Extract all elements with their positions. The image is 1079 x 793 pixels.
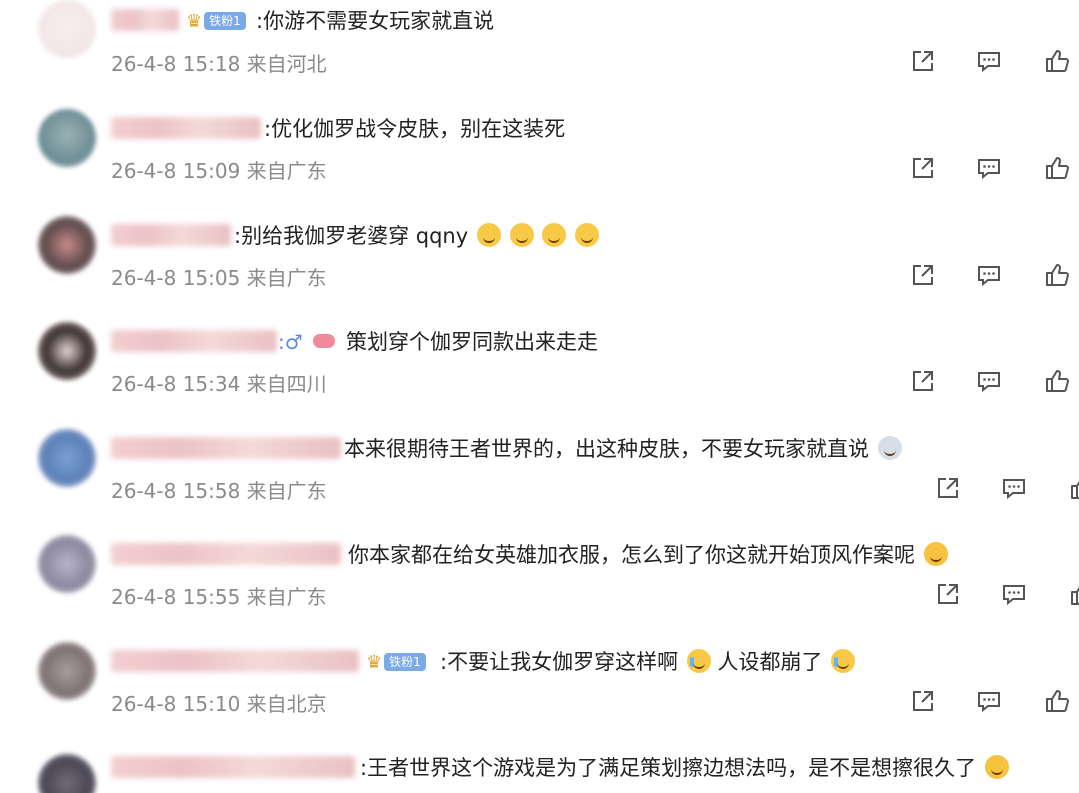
comment-text: :别给我伽罗老婆穿 qqny bbox=[234, 223, 599, 249]
comment-meta: 26-4-8 15:34 来自四川 bbox=[111, 372, 327, 396]
comment-icon[interactable] bbox=[1001, 475, 1027, 501]
comment-icon[interactable] bbox=[1001, 581, 1027, 607]
username[interactable] bbox=[111, 9, 179, 31]
avatar[interactable] bbox=[38, 429, 96, 487]
comment-actions: 4 bbox=[910, 46, 1079, 76]
username[interactable] bbox=[111, 117, 261, 139]
laughing-emoji-icon bbox=[923, 542, 948, 566]
comment-meta: 26-4-8 15:18 来自河北 bbox=[111, 52, 327, 76]
avatar[interactable] bbox=[38, 216, 96, 274]
comment-text-content: 本来很期待王者世界的，出这种皮肤，不要女玩家就直说 bbox=[344, 437, 869, 461]
share-icon[interactable] bbox=[910, 155, 936, 181]
comment-icon[interactable] bbox=[976, 368, 1002, 394]
comment-item: 你本家都在给女英雄加衣服，怎么到了你这就开始顶风作案呢 26-4-8 15:55… bbox=[0, 533, 1079, 639]
pig-emoji-icon bbox=[313, 334, 336, 348]
comment-text-content: :别给我伽罗老婆穿 qqny bbox=[234, 224, 469, 248]
avatar[interactable] bbox=[38, 754, 96, 793]
avatar[interactable] bbox=[38, 0, 96, 58]
username[interactable] bbox=[111, 437, 341, 459]
comment-actions bbox=[935, 473, 1079, 503]
thumbs-up-icon[interactable] bbox=[1044, 262, 1070, 288]
avatar[interactable] bbox=[38, 109, 96, 167]
thumbs-up-icon[interactable] bbox=[1044, 48, 1070, 74]
crying-emoji-icon bbox=[831, 649, 856, 673]
comment-actions: 2 bbox=[910, 366, 1079, 396]
comment-text: 你本家都在给女英雄加衣服，怎么到了你这就开始顶风作案呢 bbox=[348, 542, 948, 568]
share-icon[interactable] bbox=[910, 262, 936, 288]
comment-icon[interactable] bbox=[976, 262, 1002, 288]
comment-item: :♂ 策划穿个伽罗同款出来走走 26-4-8 15:34 来自四川 2 bbox=[0, 320, 1079, 426]
comment-actions bbox=[935, 579, 1079, 609]
smile-emoji-icon bbox=[574, 223, 599, 247]
username[interactable] bbox=[111, 756, 355, 778]
crown-icon: ♛ bbox=[366, 651, 383, 673]
comment-text-content: 你本家都在给女英雄加衣服，怎么到了你这就开始顶风作案呢 bbox=[348, 543, 915, 567]
comment-icon[interactable] bbox=[976, 48, 1002, 74]
smile-emoji-icon bbox=[476, 223, 501, 247]
thumbs-up-icon[interactable] bbox=[1069, 475, 1079, 501]
crying-emoji-icon bbox=[686, 649, 711, 673]
share-icon[interactable] bbox=[910, 368, 936, 394]
comment-icon[interactable] bbox=[976, 688, 1002, 714]
comment-item: ♛ 铁粉1 :不要让我女伽罗穿这样啊 人设都崩了 26-4-8 15:10 来自… bbox=[0, 640, 1079, 746]
male-gender-icon: :♂ bbox=[278, 330, 303, 354]
thumbs-up-icon[interactable] bbox=[1044, 688, 1070, 714]
avatar[interactable] bbox=[38, 642, 96, 700]
laughing-emoji-icon bbox=[984, 755, 1009, 779]
comment-item: ♛ 铁粉1 :你游不需要女玩家就直说 26-4-8 15:18 来自河北 4 bbox=[0, 0, 1079, 106]
fan-badge: ♛ 铁粉1 bbox=[186, 9, 246, 33]
comment-actions: 3 bbox=[910, 153, 1079, 183]
share-icon[interactable] bbox=[935, 581, 961, 607]
comment-text-content: :王者世界这个游戏是为了满足策划擦边想法吗，是不是想擦很久了 bbox=[360, 756, 977, 780]
fan-badge-label: 铁粉1 bbox=[204, 12, 246, 30]
comment-text: :优化伽罗战令皮肤，别在这装死 bbox=[264, 117, 566, 141]
avatar[interactable] bbox=[38, 535, 96, 593]
share-icon[interactable] bbox=[910, 688, 936, 714]
username[interactable] bbox=[111, 650, 359, 672]
fan-badge-label: 铁粉1 bbox=[384, 653, 426, 671]
smile-emoji-icon bbox=[542, 223, 567, 247]
comment-text-content: :不要让我女伽罗穿这样啊 bbox=[440, 650, 679, 674]
thumbs-up-icon[interactable] bbox=[1044, 368, 1070, 394]
comment-item: 本来很期待王者世界的，出这种皮肤，不要女玩家就直说 26-4-8 15:58 来… bbox=[0, 427, 1079, 533]
thumbs-up-icon[interactable] bbox=[1069, 581, 1079, 607]
comment-meta: 26-4-8 15:58 来自广东 bbox=[111, 479, 327, 503]
comment-text: :♂ 策划穿个伽罗同款出来走走 bbox=[278, 329, 598, 355]
comment-text: :王者世界这个游戏是为了满足策划擦边想法吗，是不是想擦很久了 bbox=[360, 755, 1009, 781]
fan-badge: ♛ 铁粉1 bbox=[366, 650, 426, 674]
comment-text: 本来很期待王者世界的，出这种皮肤，不要女玩家就直说 bbox=[344, 436, 902, 462]
crown-icon: ♛ bbox=[186, 10, 203, 32]
comment-text: :不要让我女伽罗穿这样啊 人设都崩了 bbox=[440, 649, 856, 675]
comment-text: :你游不需要女玩家就直说 bbox=[256, 9, 495, 33]
smile-emoji-icon bbox=[509, 223, 534, 247]
comment-item: :王者世界这个游戏是为了满足策划擦边想法吗，是不是想擦很久了 bbox=[0, 746, 1079, 793]
username[interactable] bbox=[111, 330, 277, 352]
comment-meta: 26-4-8 15:55 来自广东 bbox=[111, 585, 327, 609]
comment-meta: 26-4-8 15:05 来自广东 bbox=[111, 266, 327, 290]
comment-actions: 3 bbox=[910, 686, 1079, 716]
thumbs-up-icon[interactable] bbox=[1044, 155, 1070, 181]
comment-actions: 3 bbox=[910, 260, 1079, 290]
share-icon[interactable] bbox=[910, 48, 936, 74]
comment-item: :别给我伽罗老婆穿 qqny 26-4-8 15:05 来自广东 3 bbox=[0, 214, 1079, 320]
shocked-emoji-icon bbox=[877, 436, 902, 460]
username[interactable] bbox=[111, 224, 231, 246]
comment-meta: 26-4-8 15:10 来自北京 bbox=[111, 692, 327, 716]
username[interactable] bbox=[111, 543, 341, 565]
avatar[interactable] bbox=[38, 322, 96, 380]
comment-item: :优化伽罗战令皮肤，别在这装死 26-4-8 15:09 来自广东 3 bbox=[0, 107, 1079, 213]
comment-text-content-2: 人设都崩了 bbox=[717, 650, 823, 674]
share-icon[interactable] bbox=[935, 475, 961, 501]
comment-icon[interactable] bbox=[976, 155, 1002, 181]
comment-meta: 26-4-8 15:09 来自广东 bbox=[111, 159, 327, 183]
comment-text-content: 策划穿个伽罗同款出来走走 bbox=[346, 330, 599, 354]
